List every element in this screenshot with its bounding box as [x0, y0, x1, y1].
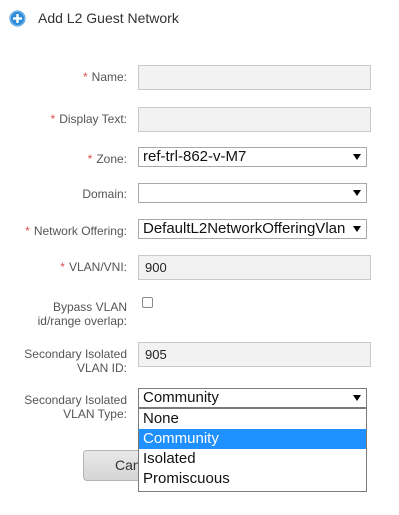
chevron-down-icon	[353, 395, 361, 401]
domain-label: Domain:	[82, 187, 127, 201]
vlan-vni-input[interactable]: 900	[138, 255, 371, 280]
zone-label: * Zone:	[87, 152, 127, 166]
required-marker: *	[82, 70, 88, 84]
dialog-title: Add L2 Guest Network	[38, 10, 179, 26]
zone-select-value: ref-trl-862-v-M7	[143, 148, 247, 165]
chevron-down-icon	[353, 190, 361, 196]
bypass-vlan-checkbox[interactable]	[142, 297, 153, 308]
bypass-vlan-label: Bypass VLAN id/range overlap:	[37, 300, 127, 328]
required-marker: *	[87, 152, 93, 166]
secondary-vlan-id-label: Secondary Isolated VLAN ID:	[24, 347, 127, 375]
option-promiscuous[interactable]: Promiscuous	[139, 469, 366, 489]
network-offering-label: * Network Offering:	[25, 224, 127, 238]
vlan-vni-label: * VLAN/VNI:	[60, 260, 127, 274]
network-offering-select[interactable]: DefaultL2NetworkOfferingVlan	[138, 219, 367, 239]
secondary-vlan-type-label: Secondary Isolated VLAN Type:	[24, 393, 127, 421]
chevron-down-icon	[353, 154, 361, 160]
secondary-vlan-id-input[interactable]: 905	[138, 342, 371, 367]
secondary-vlan-type-select-value: Community	[143, 389, 219, 406]
secondary-vlan-type-select[interactable]: Community	[138, 388, 367, 408]
dialog-header: Add L2 Guest Network	[9, 8, 179, 28]
option-none[interactable]: None	[139, 409, 366, 429]
name-input[interactable]	[138, 65, 371, 90]
option-community[interactable]: Community	[139, 429, 366, 449]
name-label: * Name:	[82, 70, 127, 84]
option-isolated[interactable]: Isolated	[139, 449, 366, 469]
required-marker: *	[60, 260, 65, 274]
plus-circle-icon	[9, 10, 26, 26]
required-marker: *	[25, 224, 30, 238]
zone-select[interactable]: ref-trl-862-v-M7	[138, 147, 367, 167]
domain-select[interactable]	[138, 183, 367, 203]
display-text-input[interactable]	[138, 107, 371, 132]
network-offering-select-value: DefaultL2NetworkOfferingVlan	[143, 220, 346, 237]
display-text-label: * Display Text:	[50, 112, 127, 126]
secondary-vlan-type-options[interactable]: None Community Isolated Promiscuous	[138, 408, 367, 492]
required-marker: *	[50, 112, 56, 126]
add-l2-guest-network-dialog: Add L2 Guest Network * Name: * Display Tex…	[0, 0, 399, 515]
chevron-down-icon	[353, 226, 361, 232]
